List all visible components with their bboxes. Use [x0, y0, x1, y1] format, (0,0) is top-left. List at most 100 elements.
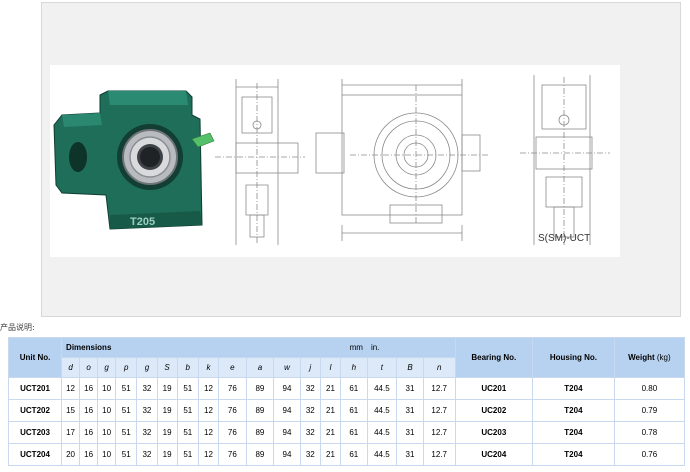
bearing-no-header: Bearing No.	[454, 337, 534, 378]
dimension-cell: 32	[136, 399, 158, 422]
dimension-cell: 32	[299, 443, 321, 466]
dimension-cell: 76	[218, 377, 247, 400]
dim-symbol: w	[273, 357, 301, 378]
dimension-cell: 16	[79, 399, 99, 422]
dimension-cell: 61	[340, 399, 368, 422]
dimension-cell: 10	[97, 377, 117, 400]
table-body: UCT201 12 16 10 51 32 19 51 12 76 89 94 32 21 61 44.5 31…	[7, 377, 686, 466]
dimension-cell: 21	[319, 377, 342, 400]
weight-header: Weight (kg)	[613, 337, 686, 378]
dimension-cell: 94	[273, 377, 301, 400]
dimension-cell: 12.7	[422, 443, 456, 466]
dimension-cell: 32	[136, 443, 158, 466]
bearing-no-cell: UC202	[454, 399, 534, 422]
weight-unit: (kg)	[656, 353, 671, 362]
dim-symbol: g	[97, 357, 117, 378]
dimension-cell: 32	[136, 377, 158, 400]
dimension-cell: 32	[299, 399, 321, 422]
dimension-cell: 51	[176, 443, 199, 466]
dim-symbol: o	[79, 357, 99, 378]
section-view-drawing	[520, 75, 610, 245]
dimension-cell: 61	[340, 421, 368, 444]
dim-symbol: S	[156, 357, 178, 378]
housing-no-cell: T204	[532, 443, 615, 466]
table-row: UCT204 20 16 10 51 32 19 51 12 76 89 94 32 21 61 44.5 31…	[7, 443, 686, 466]
dimension-cell: 76	[218, 399, 247, 422]
dimension-cell: 44.5	[366, 443, 398, 466]
dimensions-label: Dimensions	[66, 343, 112, 352]
dimension-cell: 19	[156, 399, 178, 422]
weight-cell: 0.78	[613, 421, 686, 444]
dimension-cell: 12.7	[422, 399, 456, 422]
unit-in: in.	[370, 343, 380, 352]
side-view-drawing	[215, 79, 305, 245]
weight-label: Weight	[628, 353, 655, 362]
dimension-cell: 12	[61, 377, 81, 400]
dim-symbol: B	[396, 357, 424, 378]
dim-symbol: h	[340, 357, 368, 378]
dim-symbol: j	[299, 357, 321, 378]
dimension-cell: 21	[319, 399, 342, 422]
dimension-cell: 10	[97, 421, 117, 444]
product-figure-panel: T205 S(SM)-UCT	[41, 2, 681, 317]
dimension-cell: 19	[156, 421, 178, 444]
dimension-cell: 12	[197, 421, 220, 444]
dim-symbol: g	[136, 357, 158, 378]
dimensions-header: Dimensions mm in.	[61, 337, 456, 358]
weight-cell: 0.79	[613, 399, 686, 422]
dim-symbol: n	[422, 357, 456, 378]
bearing-no-cell: UC204	[454, 443, 534, 466]
specification-table: Unit No. Dimensions mm in. Bearing No. Ho…	[7, 337, 686, 466]
housing-no-cell: T204	[532, 377, 615, 400]
bearing-no-cell: UC203	[454, 421, 534, 444]
dimension-cell: 16	[79, 443, 99, 466]
dimension-cell: 44.5	[366, 399, 398, 422]
dim-symbol: l	[319, 357, 342, 378]
dimension-cell: 16	[79, 377, 99, 400]
dimension-cell: 10	[97, 443, 117, 466]
table-header-row: Unit No. Dimensions mm in. Bearing No. Ho…	[7, 337, 686, 378]
dimension-cell: 51	[115, 399, 138, 422]
dimension-cell: 94	[273, 421, 301, 444]
dimension-cell: 89	[245, 443, 275, 466]
product-figure: T205 S(SM)-UCT	[50, 65, 620, 257]
section-label: 产品说明:	[0, 323, 35, 332]
unit-no-cell: UCT203	[7, 421, 63, 444]
dimension-cell: 51	[176, 421, 199, 444]
unit-no-cell: UCT202	[7, 399, 63, 422]
dimension-cell: 31	[396, 399, 424, 422]
dimension-cell: 31	[396, 443, 424, 466]
dimension-cell: 12	[197, 399, 220, 422]
dimension-cell: 16	[79, 421, 99, 444]
unit-no-header: Unit No.	[7, 337, 63, 378]
dimension-cell: 31	[396, 421, 424, 444]
dimension-cell: 51	[115, 377, 138, 400]
dimension-cell: 12.7	[422, 377, 456, 400]
dimension-cell: 19	[156, 377, 178, 400]
dimension-units: mm in.	[350, 343, 388, 352]
dimension-cell: 76	[218, 421, 247, 444]
dimension-cell: 12.7	[422, 421, 456, 444]
dimension-cell: 32	[136, 421, 158, 444]
dim-symbol: p	[115, 357, 138, 378]
bearing-unit-photo: T205	[53, 90, 215, 230]
dimension-cell: 21	[319, 421, 342, 444]
table-row: UCT201 12 16 10 51 32 19 51 12 76 89 94 32 21 61 44.5 31…	[7, 377, 686, 400]
dimension-cell: 51	[115, 443, 138, 466]
dimension-cell: 32	[299, 421, 321, 444]
dim-symbol: k	[197, 357, 220, 378]
dimension-cell: 94	[273, 443, 301, 466]
dimension-cell: 89	[245, 421, 275, 444]
dimension-cell: 94	[273, 399, 301, 422]
dimension-cell: 89	[245, 377, 275, 400]
housing-no-header: Housing No.	[532, 337, 615, 378]
weight-cell: 0.76	[613, 443, 686, 466]
table-row: UCT203 17 16 10 51 32 19 51 12 76 89 94 32 21 61 44.5 31…	[7, 421, 686, 444]
dimension-cell: 61	[340, 443, 368, 466]
dimension-cell: 12	[197, 377, 220, 400]
diagram-label: S(SM)-UCT	[538, 233, 590, 244]
unit-no-cell: UCT201	[7, 377, 63, 400]
dim-symbol: d	[61, 357, 81, 378]
dimension-cell: 51	[176, 399, 199, 422]
unit-mm: mm	[349, 343, 363, 352]
